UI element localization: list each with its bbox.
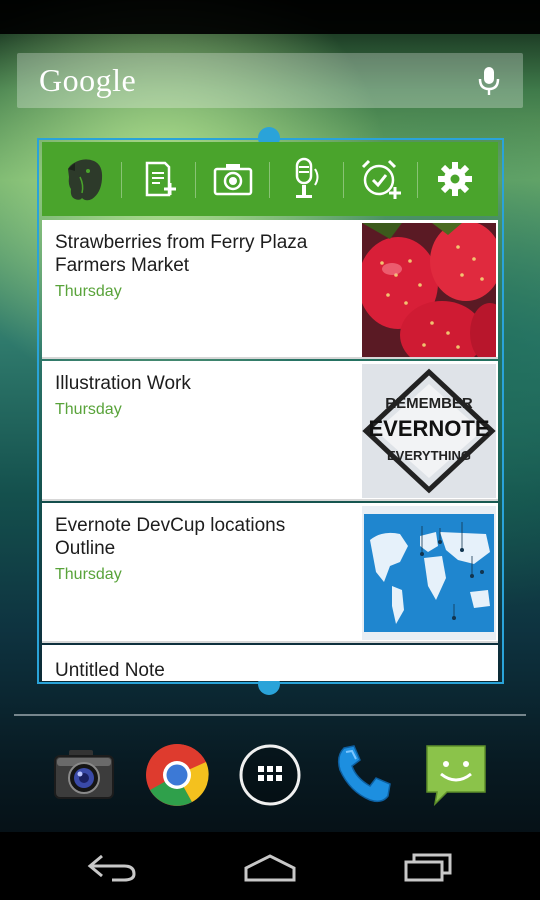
toolbar-divider [121, 162, 122, 198]
note-title: Illustration Work [55, 373, 191, 394]
camera-app-icon[interactable] [51, 742, 117, 808]
new-note-icon[interactable] [130, 152, 188, 206]
dock-divider [14, 714, 526, 716]
toolbar-divider [417, 162, 418, 198]
evernote-elephant-icon[interactable] [56, 152, 114, 206]
google-search-bar[interactable]: Google [17, 53, 523, 108]
toolbar-divider [195, 162, 196, 198]
note-title: Untitled Note [55, 660, 165, 681]
chrome-app-icon[interactable] [144, 742, 210, 808]
toolbar-divider [269, 162, 270, 198]
google-logo: Google [39, 62, 137, 98]
note-date: Thursday [55, 283, 122, 300]
audio-note-icon[interactable] [278, 152, 336, 206]
camera-snapshot-icon[interactable] [204, 152, 262, 206]
note-thumbnail-strawberries [362, 223, 496, 357]
thumb-line-1: REMEMBER [385, 395, 473, 412]
back-icon[interactable] [82, 850, 142, 884]
note-list-item[interactable]: Untitled Note [42, 645, 498, 681]
thumb-line-2: EVERNOTE [368, 416, 489, 441]
navigation-bar [0, 832, 540, 900]
app-drawer-icon[interactable] [237, 742, 303, 808]
note-thumbnail-remember-evernote: REMEMBER EVERNOTE EVERYTHING [362, 364, 496, 498]
note-title: Evernote DevCup locations Outline [55, 515, 286, 559]
note-list-item[interactable]: Strawberries from Ferry Plaza Farmers Ma… [42, 220, 498, 359]
evernote-widget-toolbar [42, 142, 498, 216]
microphone-icon[interactable] [475, 65, 503, 97]
status-bar [0, 0, 540, 34]
toolbar-divider [343, 162, 344, 198]
thumb-line-3: EVERYTHING [387, 448, 471, 463]
settings-gear-icon[interactable] [426, 152, 484, 206]
reminder-alarm-icon[interactable] [352, 152, 410, 206]
recent-apps-icon[interactable] [398, 850, 458, 884]
note-list-item[interactable]: Evernote DevCup locations Outline Thursd… [42, 503, 498, 643]
note-list-item[interactable]: Illustration Work Thursday REMEMBER EVER… [42, 361, 498, 501]
note-title: Strawberries from Ferry Plaza Farmers Ma… [55, 232, 308, 276]
phone-app-icon[interactable] [330, 742, 396, 808]
note-date: Thursday [55, 401, 122, 418]
home-icon[interactable] [240, 850, 300, 884]
note-thumbnail-world-map [362, 506, 496, 640]
note-date: Thursday [55, 566, 122, 583]
messaging-app-icon[interactable] [423, 742, 489, 808]
